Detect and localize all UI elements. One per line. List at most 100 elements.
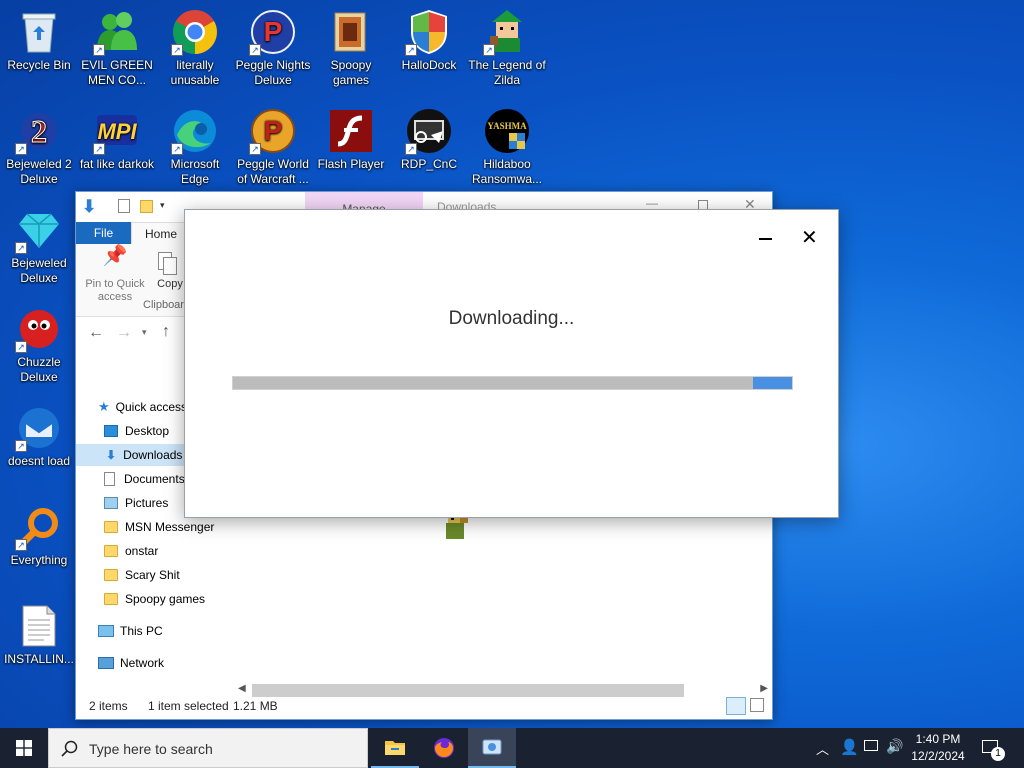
folder-icon (327, 8, 375, 56)
tree-item-label: Quick access (115, 400, 188, 414)
desktop-icon[interactable]: ↗ Chuzzle Deluxe (0, 301, 78, 385)
tree-item-pictures[interactable]: Pictures (104, 492, 168, 514)
clock-date: 12/2/2024 (911, 749, 965, 763)
new-folder-icon[interactable] (140, 200, 153, 213)
up-arrow-icon[interactable]: ↑ (162, 323, 170, 341)
search-icon (61, 740, 78, 757)
tree-item-downloads[interactable]: ⬇ Downloads (76, 444, 186, 466)
large-icons-view-icon[interactable] (750, 698, 764, 712)
svg-text:P: P (264, 115, 283, 146)
file-explorer-icon (385, 741, 405, 755)
desktop-icon[interactable]: Recycle Bin (0, 4, 78, 73)
customize-quick-access-icon[interactable]: ▾ (160, 200, 165, 211)
desktop-icon-label: Chuzzle Deluxe (17, 355, 61, 384)
tree-item-msn-messenger[interactable]: MSN Messenger (104, 516, 214, 538)
taskbar-firefox[interactable] (420, 728, 468, 768)
desktop-icon[interactable]: P ↗ Peggle World of Warcraft ... (234, 103, 312, 187)
taskbar-active-app[interactable] (468, 728, 516, 768)
action-center-button[interactable]: 1 (978, 736, 1008, 762)
show-hidden-icons-chevron-icon[interactable]: ︿ (816, 739, 829, 758)
desktop-icon-label: Microsoft Edge (170, 157, 220, 186)
desktop-icon[interactable]: ↗ HalloDock (390, 4, 468, 73)
tree-item-network[interactable]: Network (98, 652, 164, 674)
desktop-icon-label: INSTALLIN... (4, 652, 74, 666)
search-placeholder: Type here to search (89, 741, 213, 757)
folder-icon (104, 521, 118, 533)
desktop-icon[interactable]: YASHMA Hildaboo Ransomwa... (468, 103, 546, 187)
people-icon[interactable]: 👤 (840, 738, 859, 756)
network-icon[interactable] (864, 740, 878, 751)
desktop-icon[interactable]: MPI ↗ fat like darkok (78, 103, 156, 172)
desktop-icon[interactable]: P ↗ Peggle Nights Deluxe (234, 4, 312, 88)
desktop-icon-label: Recycle Bin (7, 58, 71, 72)
svg-text:P: P (264, 16, 283, 47)
details-view-icon[interactable] (726, 697, 746, 715)
tree-item-onstar[interactable]: onstar (104, 540, 158, 562)
desktop-icon-label: Peggle World of Warcraft ... (237, 157, 309, 186)
back-arrow-icon[interactable]: ← (88, 324, 104, 342)
progress-bar (232, 376, 793, 390)
desktop-icon-label: doesnt load (7, 454, 71, 468)
rdp-icon: ↗ (405, 107, 453, 155)
tab-file[interactable]: File (76, 222, 131, 244)
recycle-bin-icon (15, 8, 63, 56)
copy-button[interactable]: Copy (154, 250, 186, 290)
tree-item-documents[interactable]: Documents (104, 468, 185, 490)
tree-item-desktop[interactable]: Desktop (104, 420, 169, 442)
svg-text:2: 2 (31, 113, 47, 149)
volume-icon[interactable]: 🔊 (886, 738, 903, 755)
desktop-icon[interactable]: ↗ literally unusable (156, 4, 234, 88)
progress-fill (752, 377, 792, 389)
clock[interactable]: 1:40 PM 12/2/2024 (910, 731, 966, 765)
desktop-icon-label: EVIL GREEN MEN CO... (81, 58, 153, 87)
notification-badge: 1 (991, 747, 1005, 761)
shield-icon: ↗ (405, 8, 453, 56)
desktop-icon[interactable]: ↗ Bejeweled Deluxe (0, 202, 78, 286)
desktop-icon-label: Hildaboo Ransomwa... (471, 157, 543, 186)
tree-item-quick-access[interactable]: ★ Quick access (98, 396, 187, 418)
pin-to-quick-access-button[interactable]: 📌 Pin to Quick access (80, 246, 150, 304)
desktop-icon-label: Spoopy games (330, 58, 372, 87)
zilda-icon: ↗ (483, 8, 531, 56)
desktop-icon[interactable]: Flash Player (312, 103, 390, 172)
desktop-icon[interactable]: ↗ doesnt load (0, 400, 78, 469)
tab-home[interactable]: Home (131, 222, 191, 244)
desktop-icon[interactable]: ↗ The Legend of Zilda (468, 4, 546, 88)
desktop-icon-label: literally unusable (170, 58, 220, 87)
tree-item-spoopy-games[interactable]: Spoopy games (104, 588, 205, 610)
desktop-icon[interactable]: 2 ↗ Bejeweled 2 Deluxe (0, 103, 78, 187)
desktop-icon-label: fat like darkok (79, 157, 155, 171)
desktop-icon[interactable]: INSTALLIN... (0, 598, 78, 667)
green-men-icon: ↗ (93, 8, 141, 56)
desktop-icon[interactable]: ↗ Everything (0, 499, 78, 568)
properties-icon[interactable] (118, 199, 130, 213)
minimize-button[interactable]: — (646, 196, 658, 210)
tree-item-scary-shit[interactable]: Scary Shit (104, 564, 180, 586)
desktop-icon-label: RDP_CnC (400, 157, 457, 171)
tree-item-label: Downloads (123, 448, 183, 462)
dialog-minimize-button[interactable] (759, 238, 772, 240)
desktop-icon-label: Bejeweled Deluxe (11, 256, 67, 285)
firefox-icon (434, 738, 454, 758)
dialog-close-button[interactable]: ✕ (801, 228, 818, 248)
taskbar-search-box[interactable]: Type here to search (48, 728, 368, 768)
taskbar-file-explorer[interactable] (371, 728, 419, 768)
download-status-text: Downloading... (448, 308, 575, 329)
tree-item-label: onstar (125, 544, 159, 558)
desktop-icon (104, 425, 118, 437)
start-button[interactable] (0, 728, 48, 768)
desktop-icon[interactable]: ↗ RDP_CnC (390, 103, 468, 172)
desktop-icon[interactable]: Spoopy games (312, 4, 390, 88)
forward-arrow-icon[interactable]: → (116, 324, 132, 342)
tree-item-label: This PC (120, 624, 163, 638)
download-dialog[interactable]: ✕ Downloading... (184, 209, 839, 518)
desktop-icon[interactable]: ↗ Microsoft Edge (156, 103, 234, 187)
download-icon[interactable]: ⬇ (82, 197, 96, 217)
installer-icon (482, 739, 502, 755)
tree-item-label: Documents (124, 472, 185, 486)
desktop-icon[interactable]: ↗ EVIL GREEN MEN CO... (78, 4, 156, 88)
selection-count: 1 item selected (148, 699, 229, 713)
recent-locations-icon[interactable]: ▾ (142, 327, 147, 338)
tree-item-this-pc[interactable]: This PC (98, 620, 163, 642)
desktop-icon-label: Everything (10, 553, 68, 567)
